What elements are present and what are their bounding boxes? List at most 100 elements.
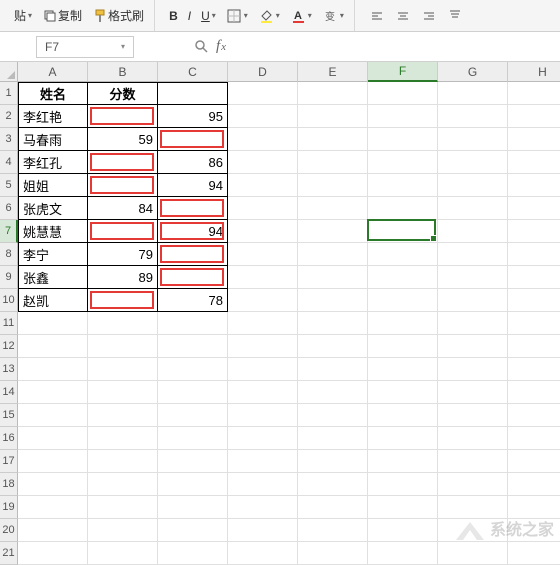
cell[interactable]: 79 [88, 243, 158, 266]
cell[interactable] [298, 197, 368, 220]
cell[interactable] [368, 243, 438, 266]
cell[interactable] [438, 220, 508, 243]
cell[interactable] [228, 243, 298, 266]
cell[interactable] [158, 473, 228, 496]
cell[interactable]: 84 [88, 197, 158, 220]
cell[interactable]: 89 [88, 266, 158, 289]
cell[interactable] [508, 266, 560, 289]
cell[interactable]: 李红艳 [18, 105, 88, 128]
cell[interactable] [228, 450, 298, 473]
row-header[interactable]: 11 [0, 312, 18, 335]
row-header[interactable]: 4 [0, 151, 18, 174]
cell[interactable] [228, 496, 298, 519]
cell[interactable] [228, 427, 298, 450]
cell[interactable]: 分数 [88, 82, 158, 105]
cell[interactable] [88, 542, 158, 565]
cell[interactable] [508, 473, 560, 496]
cell[interactable] [88, 496, 158, 519]
cell[interactable] [298, 542, 368, 565]
valign-top-button[interactable] [443, 4, 467, 28]
cell[interactable] [438, 266, 508, 289]
column-header-C[interactable]: C [158, 62, 228, 82]
cell[interactable] [368, 450, 438, 473]
cell[interactable] [18, 496, 88, 519]
cell[interactable]: 张鑫 [18, 266, 88, 289]
cell[interactable] [88, 220, 158, 243]
cell[interactable] [88, 174, 158, 197]
cell[interactable] [508, 220, 560, 243]
cell[interactable]: 姐姐 [18, 174, 88, 197]
cell[interactable] [298, 289, 368, 312]
cell[interactable]: 马春雨 [18, 128, 88, 151]
cell[interactable] [438, 358, 508, 381]
cell[interactable]: 59 [88, 128, 158, 151]
cell[interactable] [508, 381, 560, 404]
cell[interactable] [18, 358, 88, 381]
cell[interactable] [438, 105, 508, 128]
cell[interactable] [88, 450, 158, 473]
cell[interactable] [508, 82, 560, 105]
cell[interactable] [158, 82, 228, 105]
column-header-H[interactable]: H [508, 62, 560, 82]
fx-icon[interactable]: fx [216, 38, 226, 55]
cell[interactable] [508, 289, 560, 312]
row-header[interactable]: 15 [0, 404, 18, 427]
column-header-G[interactable]: G [438, 62, 508, 82]
cell[interactable] [18, 519, 88, 542]
cell[interactable] [298, 151, 368, 174]
cell[interactable] [298, 427, 368, 450]
underline-button[interactable]: U▾ [197, 4, 220, 28]
cell[interactable] [88, 358, 158, 381]
cell[interactable] [228, 312, 298, 335]
cell[interactable] [88, 519, 158, 542]
cell[interactable] [228, 289, 298, 312]
cell[interactable] [508, 312, 560, 335]
cell[interactable] [298, 381, 368, 404]
cell[interactable] [438, 174, 508, 197]
cell[interactable] [438, 542, 508, 565]
copy-button[interactable]: 复制 [38, 4, 86, 28]
cell[interactable] [438, 335, 508, 358]
cell[interactable] [368, 151, 438, 174]
cell[interactable] [228, 197, 298, 220]
cell[interactable] [508, 174, 560, 197]
row-header[interactable]: 7 [0, 220, 18, 243]
cell[interactable] [438, 289, 508, 312]
cell[interactable] [228, 82, 298, 105]
cell[interactable] [438, 450, 508, 473]
cell[interactable] [158, 427, 228, 450]
row-header[interactable]: 13 [0, 358, 18, 381]
column-header-A[interactable]: A [18, 62, 88, 82]
paste-button[interactable]: 贴 ▾ [10, 4, 36, 28]
cell[interactable] [298, 519, 368, 542]
cell[interactable] [158, 243, 228, 266]
cell[interactable] [18, 427, 88, 450]
font-color-button[interactable]: A ▾ [286, 4, 316, 28]
cell[interactable] [88, 335, 158, 358]
cell[interactable] [158, 542, 228, 565]
cell[interactable] [508, 128, 560, 151]
cell[interactable]: 李红孔 [18, 151, 88, 174]
row-header[interactable]: 1 [0, 82, 18, 105]
cell[interactable] [158, 312, 228, 335]
cell[interactable]: 86 [158, 151, 228, 174]
cell[interactable] [508, 404, 560, 427]
bold-button[interactable]: B [165, 4, 182, 28]
italic-button[interactable]: I [184, 4, 195, 28]
cell[interactable] [508, 427, 560, 450]
cell[interactable] [438, 243, 508, 266]
cell[interactable] [228, 335, 298, 358]
row-header[interactable]: 3 [0, 128, 18, 151]
cell[interactable] [18, 381, 88, 404]
cell[interactable] [228, 220, 298, 243]
cell[interactable] [18, 312, 88, 335]
cell[interactable] [368, 266, 438, 289]
cell[interactable] [88, 151, 158, 174]
cell[interactable] [88, 427, 158, 450]
cell[interactable]: 78 [158, 289, 228, 312]
row-header[interactable]: 17 [0, 450, 18, 473]
cell[interactable] [228, 542, 298, 565]
cell[interactable] [298, 496, 368, 519]
cell[interactable]: 姓名 [18, 82, 88, 105]
cell[interactable] [368, 542, 438, 565]
